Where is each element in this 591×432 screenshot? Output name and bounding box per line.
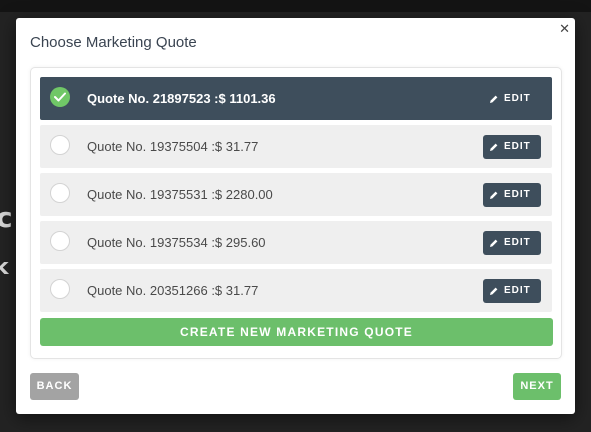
radio-unchecked[interactable] bbox=[50, 279, 70, 299]
quote-row[interactable]: Quote No. 19375534 :$ 295.60 EDIT bbox=[40, 221, 552, 264]
modal-title: Choose Marketing Quote bbox=[30, 34, 197, 51]
radio-unchecked[interactable] bbox=[50, 135, 70, 155]
radio-unchecked[interactable] bbox=[50, 231, 70, 251]
edit-button[interactable]: EDIT bbox=[483, 135, 541, 159]
quote-row[interactable]: Quote No. 20351266 :$ 31.77 EDIT bbox=[40, 269, 552, 312]
pencil-icon bbox=[490, 239, 498, 247]
edit-button[interactable]: EDIT bbox=[483, 231, 541, 255]
radio-checked[interactable] bbox=[50, 87, 70, 107]
quote-label: Quote No. 19375534 :$ 295.60 bbox=[87, 235, 266, 250]
top-bar bbox=[0, 0, 591, 12]
pencil-icon bbox=[490, 143, 498, 151]
background-text: k bbox=[0, 255, 9, 280]
edit-button[interactable]: EDIT bbox=[483, 87, 541, 111]
quote-label: Quote No. 21897523 :$ 1101.36 bbox=[87, 91, 276, 106]
quote-label: Quote No. 19375531 :$ 2280.00 bbox=[87, 187, 273, 202]
check-icon bbox=[54, 92, 66, 102]
close-icon[interactable]: ✕ bbox=[559, 22, 570, 37]
edit-label: EDIT bbox=[504, 93, 531, 104]
quote-label: Quote No. 20351266 :$ 31.77 bbox=[87, 283, 259, 298]
edit-button[interactable]: EDIT bbox=[483, 183, 541, 207]
edit-label: EDIT bbox=[504, 285, 531, 296]
radio-unchecked[interactable] bbox=[50, 183, 70, 203]
edit-label: EDIT bbox=[504, 141, 531, 152]
edit-label: EDIT bbox=[504, 237, 531, 248]
back-button[interactable]: BACK bbox=[30, 373, 79, 400]
quote-label: Quote No. 19375504 :$ 31.77 bbox=[87, 139, 259, 154]
quote-row[interactable]: Quote No. 21897523 :$ 1101.36 EDIT bbox=[40, 77, 552, 120]
choose-quote-modal: ✕ Choose Marketing Quote Quote No. 21897… bbox=[16, 18, 575, 414]
create-quote-button[interactable]: CREATE NEW MARKETING QUOTE bbox=[40, 318, 553, 346]
quote-row[interactable]: Quote No. 19375504 :$ 31.77 EDIT bbox=[40, 125, 552, 168]
pencil-icon bbox=[490, 191, 498, 199]
next-button[interactable]: NEXT bbox=[513, 373, 561, 400]
pencil-icon bbox=[490, 287, 498, 295]
edit-button[interactable]: EDIT bbox=[483, 279, 541, 303]
edit-label: EDIT bbox=[504, 189, 531, 200]
quote-list-panel: Quote No. 21897523 :$ 1101.36 EDIT Quote… bbox=[30, 67, 562, 359]
quote-row[interactable]: Quote No. 19375531 :$ 2280.00 EDIT bbox=[40, 173, 552, 216]
background-text: c bbox=[0, 201, 13, 234]
pencil-icon bbox=[490, 95, 498, 103]
